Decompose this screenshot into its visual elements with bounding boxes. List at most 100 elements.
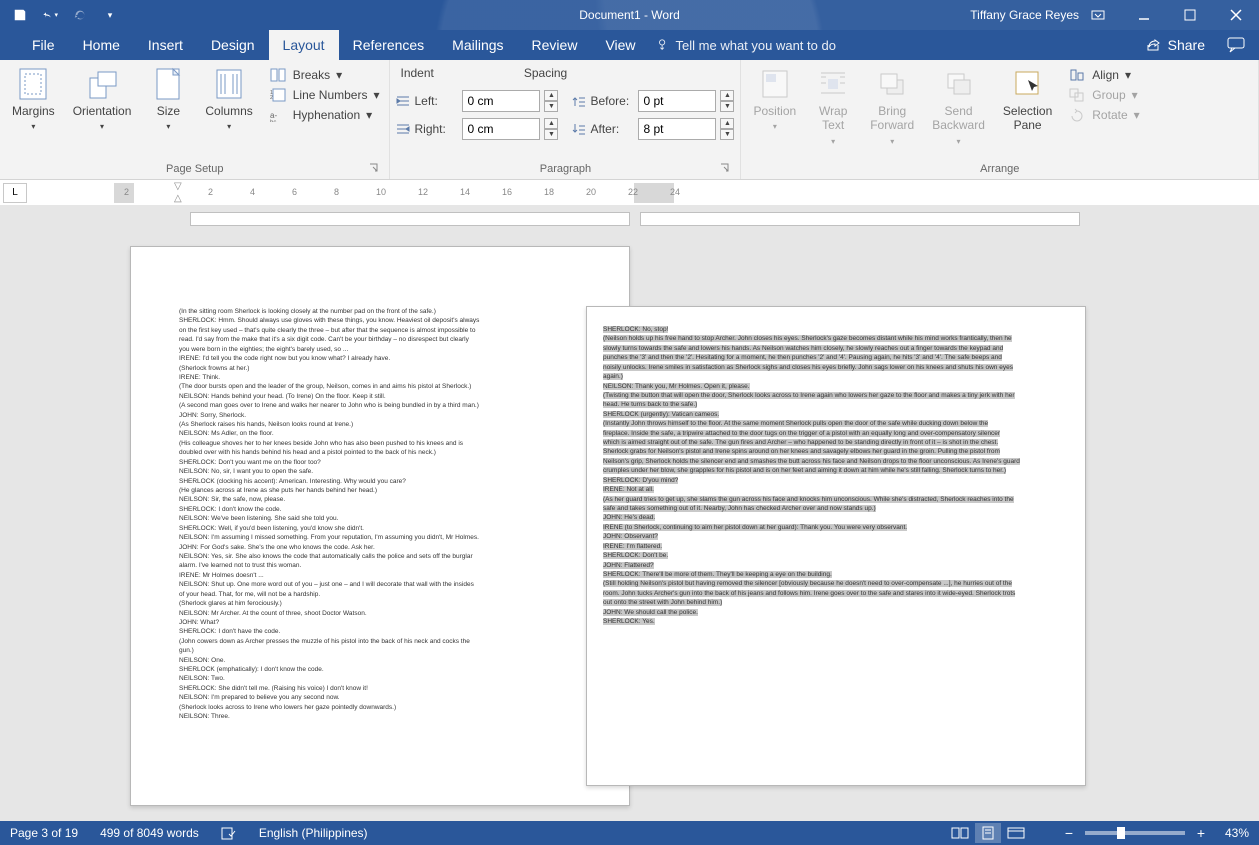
spin-down-icon[interactable]: ▼ (544, 129, 558, 140)
text-line[interactable]: gun.) (179, 646, 581, 655)
text-line[interactable]: NEILSON: One. (179, 656, 581, 665)
text-line[interactable]: (John cowers down as Archer presses the … (179, 637, 581, 646)
text-line[interactable]: NEILSON: Shut up. One more word out of y… (179, 580, 581, 589)
text-line[interactable]: fireplace. Inside the safe, a tripwire a… (603, 429, 1069, 438)
redo-icon[interactable] (72, 7, 88, 23)
text-line[interactable]: (As Sherlock raises his hands, Neilson l… (179, 420, 581, 429)
text-line[interactable]: SHERLOCK: She didn't tell me. (Raising h… (179, 684, 581, 693)
ribbon-display-icon[interactable] (1075, 0, 1121, 30)
text-line[interactable]: NEILSON: Ms Adler, on the floor. (179, 429, 581, 438)
text-line[interactable]: on the first key used – that's quite cle… (179, 326, 581, 335)
text-line[interactable]: (The door bursts open and the leader of … (179, 382, 581, 391)
text-line[interactable]: NEILSON: We've been listening. She said … (179, 514, 581, 523)
zoom-percent[interactable]: 43% (1225, 826, 1249, 840)
text-line[interactable]: JOHN: Observant? (603, 532, 1069, 541)
text-line[interactable]: SHERLOCK: Well, if you'd been listening,… (179, 524, 581, 533)
orientation-button[interactable]: Orientation▾ (67, 64, 138, 137)
qat-customize-icon[interactable]: ▾ (102, 7, 118, 23)
text-line[interactable]: IRENE: Mr Holmes doesn't ... (179, 571, 581, 580)
spacing-after-input[interactable]: ▲▼ (638, 118, 734, 140)
tab-design[interactable]: Design (197, 30, 269, 60)
text-line[interactable]: JOHN: He's dead. (603, 513, 1069, 522)
text-line[interactable]: NEILSON: I'm prepared to believe you any… (179, 693, 581, 702)
indent-left-input[interactable]: ▲▼ (462, 90, 558, 112)
text-line[interactable]: room. John tucks Archer's gun into the b… (603, 589, 1069, 598)
spin-down-icon[interactable]: ▼ (720, 101, 734, 112)
spell-check-icon[interactable] (221, 826, 237, 840)
text-line[interactable]: JOHN: What? (179, 618, 581, 627)
zoom-slider[interactable] (1085, 831, 1185, 835)
text-line[interactable]: noisily unlocks. Irene smiles in satisfa… (603, 363, 1069, 372)
print-layout-icon[interactable] (975, 823, 1001, 843)
text-line[interactable]: SHERLOCK: Don't you want me on the floor… (179, 458, 581, 467)
tell-me-search[interactable]: Tell me what you want to do (656, 30, 836, 60)
text-line[interactable]: (Twisting the button that will open the … (603, 391, 1069, 400)
undo-icon[interactable]: ▾ (42, 7, 58, 23)
text-line[interactable]: IRENE: Not at all. (603, 485, 1069, 494)
minimize-icon[interactable] (1121, 0, 1167, 30)
text-line[interactable]: safe and takes something out of it. Near… (603, 504, 1069, 513)
text-line[interactable]: which is aimed straight out of the safe.… (603, 438, 1069, 447)
tab-references[interactable]: References (339, 30, 439, 60)
text-line[interactable]: SHERLOCK (emphatically): I don't know th… (179, 665, 581, 674)
spin-down-icon[interactable]: ▼ (544, 101, 558, 112)
text-line[interactable]: SHERLOCK: I don't have the code. (179, 627, 581, 636)
selection-pane-button[interactable]: Selection Pane (997, 64, 1058, 137)
text-line[interactable]: you were born in the eighties; the eight… (179, 345, 581, 354)
size-button[interactable]: Size▾ (143, 64, 193, 137)
tab-file[interactable]: File (18, 30, 69, 60)
share-button[interactable]: Share (1146, 37, 1205, 53)
align-button[interactable]: Align ▾ (1064, 66, 1143, 84)
text-line[interactable]: IRENE: Think. (179, 373, 581, 382)
page-3[interactable]: (In the sitting room Sherlock is looking… (130, 246, 630, 806)
read-mode-icon[interactable] (947, 823, 973, 843)
text-line[interactable]: SHERLOCK: There'll be more of them. They… (603, 570, 1069, 579)
columns-button[interactable]: Columns▾ (199, 64, 258, 137)
save-icon[interactable] (12, 7, 28, 23)
text-line[interactable]: (Sherlock looks across to Irene who lowe… (179, 703, 581, 712)
text-line[interactable]: IRENE: I'd tell you the code right now b… (179, 354, 581, 363)
text-line[interactable]: JOHN: We should call the police. (603, 608, 1069, 617)
text-line[interactable]: SHERLOCK: I don't know the code. (179, 505, 581, 514)
zoom-out-button[interactable]: − (1061, 825, 1077, 841)
text-line[interactable]: SHERLOCK: Hmm. Should always use gloves … (179, 316, 581, 325)
text-line[interactable]: of your head. That, for me, will not be … (179, 590, 581, 599)
tab-mailings[interactable]: Mailings (438, 30, 517, 60)
text-line[interactable]: NEILSON: Mr Archer. At the count of thre… (179, 609, 581, 618)
text-line[interactable]: out onto the street with John behind him… (603, 598, 1069, 607)
text-line[interactable]: JOHN: Flattered? (603, 561, 1069, 570)
text-line[interactable]: doubled over with his hands behind his h… (179, 448, 581, 457)
text-line[interactable]: IRENE (to Sherlock, continuing to aim he… (603, 523, 1069, 532)
text-line[interactable]: SHERLOCK (clocking his accent): American… (179, 477, 581, 486)
text-line[interactable]: (As her guard tries to get up, she slams… (603, 495, 1069, 504)
indent-right-input[interactable]: ▲▼ (462, 118, 558, 140)
text-line[interactable]: head. He turns back to the safe.) (603, 400, 1069, 409)
tab-insert[interactable]: Insert (134, 30, 197, 60)
text-line[interactable]: Sherlock grabs for Neilson's pistol and … (603, 447, 1069, 456)
text-line[interactable]: again.) (603, 372, 1069, 381)
text-line[interactable]: NEILSON: Thank you, Mr Holmes. Open it, … (603, 382, 1069, 391)
text-line[interactable]: SHERLOCK: Yes. (603, 617, 1069, 626)
text-line[interactable]: (He glances across at Irene as she puts … (179, 486, 581, 495)
text-line[interactable]: JOHN: Sorry, Sherlock. (179, 411, 581, 420)
text-line[interactable]: slowly turns towards the safe and lowers… (603, 344, 1069, 353)
text-line[interactable]: NEILSON: I'm assuming I missed something… (179, 533, 581, 542)
page-4[interactable]: SHERLOCK: No, stop!(Neilson holds up his… (586, 306, 1086, 786)
text-line[interactable]: (Neilson holds up his free hand to stop … (603, 334, 1069, 343)
spin-up-icon[interactable]: ▲ (720, 118, 734, 129)
text-line[interactable]: NEILSON: Yes, sir. She also knows the co… (179, 552, 581, 561)
text-line[interactable]: NEILSON: No, sir, I want you to open the… (179, 467, 581, 476)
text-line[interactable]: NEILSON: Sir, the safe, now, please. (179, 495, 581, 504)
text-line[interactable]: SHERLOCK: D'you mind? (603, 476, 1069, 485)
text-line[interactable]: (A second man goes over to Irene and wal… (179, 401, 581, 410)
horizontal-ruler[interactable]: 224681012141618202224 ▽ △ (114, 183, 1239, 203)
text-line[interactable]: SHERLOCK: Don't be. (603, 551, 1069, 560)
paragraph-launcher-icon[interactable] (720, 163, 732, 175)
tab-layout[interactable]: Layout (269, 30, 339, 60)
indent-marker-icon[interactable]: △ (174, 193, 182, 204)
text-line[interactable]: read. I'd say from the make that it's a … (179, 335, 581, 344)
close-icon[interactable] (1213, 0, 1259, 30)
text-line[interactable]: (Instantly John throws himself to the fl… (603, 419, 1069, 428)
tab-view[interactable]: View (591, 30, 649, 60)
comments-icon[interactable] (1227, 37, 1245, 53)
